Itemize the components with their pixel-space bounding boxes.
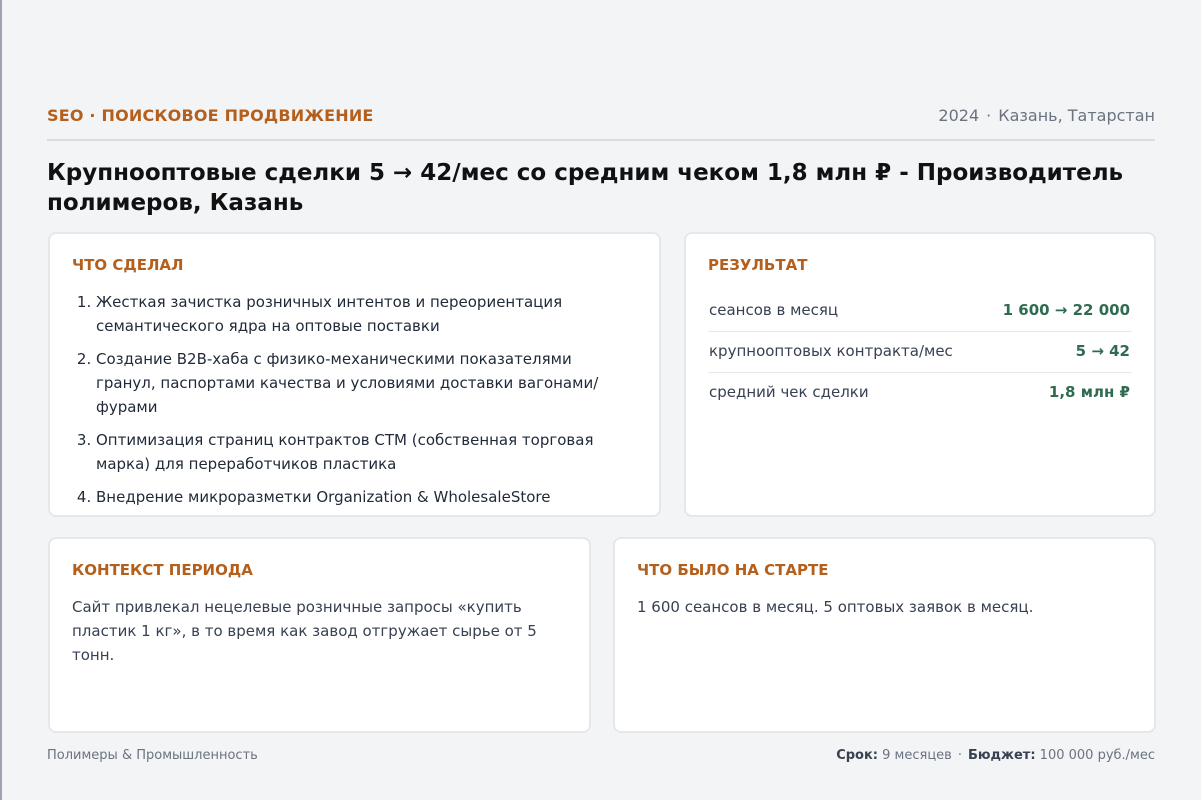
industry-label: Полимеры & Промышленность: [47, 748, 258, 763]
metric-label: крупнооптовых контракта/мес: [709, 342, 953, 360]
case-meta: 2024 · Казань, Татарстан: [938, 106, 1155, 125]
case-header: SEO · ПОИСКОВОЕ ПРОДВИЖЕНИЕ 2024 · Казань,…: [47, 104, 1155, 141]
done-item: Создание B2B-хаба с физико-механическими…: [96, 347, 632, 419]
done-list: Жесткая зачистка розничных интентов и пе…: [72, 290, 632, 509]
start-card: ЧТО БЫЛО НА СТАРТЕ 1 600 сеансов в месяц…: [613, 537, 1156, 733]
context-heading: КОНТЕКСТ ПЕРИОДА: [72, 561, 253, 579]
metric-value: 1 600 → 22 000: [1002, 301, 1130, 319]
metric-label: сеансов в месяц: [709, 301, 839, 319]
meta-separator: ·: [986, 106, 992, 125]
done-heading: ЧТО СДЕЛАЛ: [72, 256, 184, 274]
result-card: РЕЗУЛЬТАТ сеансов в месяц 1 600 → 22 000…: [684, 232, 1156, 517]
case-title: Крупнооптовые сделки 5 → 42/мес со средн…: [47, 160, 1124, 216]
metric-row: крупнооптовых контракта/мес 5 → 42: [708, 332, 1132, 373]
metric-value: 5 → 42: [1075, 342, 1130, 360]
done-item: Внедрение микроразметки Organization & W…: [96, 485, 632, 509]
footer-separator: ·: [957, 748, 962, 763]
budget-label: Бюджет:: [967, 748, 1036, 763]
metric-row: сеансов в месяц 1 600 → 22 000: [708, 291, 1132, 332]
metric-row: средний чек сделки 1,8 млн ₽: [708, 373, 1132, 413]
term-value: 9 месяцев: [882, 748, 952, 763]
category-label: SEO · ПОИСКОВОЕ ПРОДВИЖЕНИЕ: [47, 106, 374, 125]
term-label: Срок:: [836, 748, 879, 763]
footer-terms: Срок: 9 месяцев · Бюджет: 100 000 руб./мес: [836, 748, 1155, 763]
context-card: КОНТЕКСТ ПЕРИОДА Сайт привлекал нецелевы…: [48, 537, 591, 733]
result-heading: РЕЗУЛЬТАТ: [708, 256, 808, 274]
case-page: SEO · ПОИСКОВОЕ ПРОДВИЖЕНИЕ 2024 · Казань,…: [47, 0, 1156, 800]
done-item: Жесткая зачистка розничных интентов и пе…: [96, 290, 632, 338]
case-year: 2024: [938, 106, 980, 125]
budget-value: 100 000 руб./мес: [1039, 748, 1155, 763]
metric-value: 1,8 млн ₽: [1048, 383, 1130, 401]
start-text: 1 600 сеансов в месяц. 5 оптовых заявок …: [637, 598, 1034, 616]
case-location: Казань, Татарстан: [998, 106, 1155, 125]
metrics-list: сеансов в месяц 1 600 → 22 000 крупноопт…: [708, 291, 1132, 413]
start-heading: ЧТО БЫЛО НА СТАРТЕ: [637, 561, 829, 579]
done-item: Оптимизация страниц контрактов СТМ (собс…: [96, 428, 632, 476]
metric-label: средний чек сделки: [709, 383, 869, 401]
context-text: Сайт привлекал нецелевые розничные запро…: [72, 598, 537, 664]
done-card: ЧТО СДЕЛАЛ Жесткая зачистка розничных ин…: [48, 232, 661, 517]
